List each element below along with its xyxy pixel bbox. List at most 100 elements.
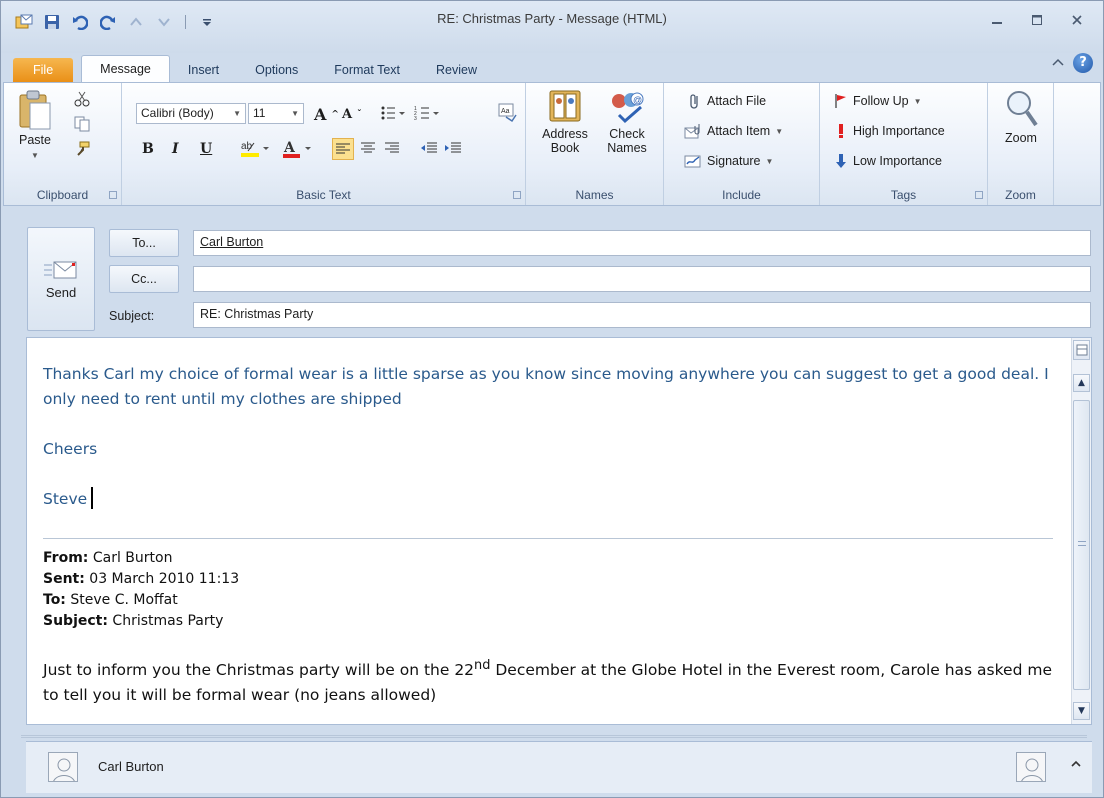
numbering-button[interactable]: 123 xyxy=(414,105,440,121)
tab-message[interactable]: Message xyxy=(81,55,170,83)
tab-format-text[interactable]: Format Text xyxy=(316,58,418,83)
expand-people-pane-icon[interactable] xyxy=(1070,758,1082,773)
attach-item-button[interactable]: Attach Item ▼ xyxy=(684,123,783,139)
scroll-up-button[interactable]: ▲ xyxy=(1073,374,1090,392)
contact-avatar-icon[interactable] xyxy=(48,752,78,782)
low-importance-arrow-icon xyxy=(836,154,846,168)
quoted-body-text: Just to inform you the Christmas party w… xyxy=(43,658,1052,705)
font-size-dropdown-icon: ▼ xyxy=(291,109,299,118)
to-field[interactable]: Carl Burton xyxy=(193,230,1091,256)
align-center-button[interactable] xyxy=(360,141,376,155)
follow-up-dropdown-icon: ▼ xyxy=(913,96,922,106)
svg-text:@: @ xyxy=(633,95,642,105)
align-left-icon xyxy=(336,143,350,154)
copy-icon xyxy=(74,116,90,132)
flag-icon xyxy=(835,94,846,108)
cut-icon xyxy=(74,91,90,107)
minimize-button[interactable] xyxy=(979,9,1015,31)
styles-icon: Aa xyxy=(498,103,517,123)
cut-button[interactable] xyxy=(74,91,90,107)
to-button[interactable]: To... xyxy=(109,229,179,257)
tags-launcher[interactable] xyxy=(975,191,983,199)
subject-field[interactable]: RE: Christmas Party xyxy=(193,302,1091,328)
high-importance-button[interactable]: High Importance xyxy=(834,123,945,139)
decrease-indent-button[interactable] xyxy=(420,141,438,155)
scroll-thumb-grip-icon xyxy=(1078,541,1086,546)
tab-review[interactable]: Review xyxy=(418,58,495,83)
tab-options[interactable]: Options xyxy=(237,58,316,83)
tags-group: Follow Up ▼ High Importance Low Importan… xyxy=(820,83,988,205)
magnifier-icon xyxy=(1007,91,1038,127)
signature-dropdown-icon: ▼ xyxy=(765,156,774,166)
basic-text-group: Calibri (Body) ▼ 11 ▼ A ^ Aˇ 123 Aa B I U… xyxy=(122,83,526,205)
reply-closing: Cheers xyxy=(43,440,98,458)
help-icon[interactable]: ? xyxy=(1073,53,1093,73)
zoom-group-label: Zoom xyxy=(1005,188,1036,202)
increase-indent-button[interactable] xyxy=(444,141,462,155)
grow-font-button[interactable]: A ^ xyxy=(314,105,339,124)
scroll-thumb[interactable] xyxy=(1073,400,1090,690)
people-pane-splitter[interactable] xyxy=(21,735,1087,738)
italic-button[interactable]: I xyxy=(172,141,179,157)
attach-file-button[interactable]: Attach File xyxy=(688,93,766,109)
tab-file[interactable]: File xyxy=(13,58,74,83)
shrink-font-button[interactable]: Aˇ xyxy=(342,107,362,122)
text-caret xyxy=(91,487,94,509)
numbering-icon: 123 xyxy=(414,106,439,121)
font-size-select[interactable]: 11 ▼ xyxy=(248,103,304,124)
to-recipient[interactable]: Carl Burton xyxy=(200,235,263,249)
reply-paragraph: Thanks Carl my choice of formal wear is … xyxy=(43,365,1049,408)
bullets-button[interactable] xyxy=(380,105,406,121)
message-body[interactable]: Thanks Carl my choice of formal wear is … xyxy=(26,337,1092,725)
minimize-ribbon-icon[interactable] xyxy=(1051,55,1065,72)
send-button[interactable]: Send xyxy=(27,227,95,331)
align-left-button[interactable] xyxy=(332,138,354,160)
svg-text:Aa: Aa xyxy=(501,108,510,115)
vertical-scrollbar[interactable]: ▲ ▼ xyxy=(1071,338,1091,724)
message-header: Send To... Cc... Subject: Carl Burton RE… xyxy=(23,223,1095,331)
bold-button[interactable]: B xyxy=(142,141,154,157)
message-window: RE: Christmas Party - Message (HTML) Fil… xyxy=(0,0,1104,798)
title-bar: RE: Christmas Party - Message (HTML) xyxy=(1,1,1103,53)
quoted-subject-line: Subject: Christmas Party xyxy=(43,613,224,629)
highlight-button[interactable]: ab xyxy=(240,139,270,159)
address-book-icon xyxy=(549,90,581,122)
styles-button[interactable]: Aa xyxy=(498,103,518,123)
zoom-button[interactable]: Zoom xyxy=(998,89,1044,145)
split-view-icon[interactable] xyxy=(1073,340,1090,360)
cc-button[interactable]: Cc... xyxy=(109,265,179,293)
copy-button[interactable] xyxy=(74,116,90,132)
clipboard-launcher[interactable] xyxy=(109,191,117,199)
clipboard-group: Paste ▼ Clipboard xyxy=(4,83,122,205)
attach-item-icon xyxy=(684,124,700,139)
paste-dropdown-arrow[interactable]: ▼ xyxy=(31,149,39,163)
maximize-button[interactable] xyxy=(1019,9,1055,31)
underline-button[interactable]: U xyxy=(200,141,212,157)
people-pane-avatar-icon[interactable] xyxy=(1016,752,1046,782)
low-importance-button[interactable]: Low Importance xyxy=(834,153,942,169)
signature-button[interactable]: Signature ▼ xyxy=(684,153,773,169)
font-name-select[interactable]: Calibri (Body) ▼ xyxy=(136,103,246,124)
reply-signature: Steve xyxy=(43,490,88,508)
close-button[interactable] xyxy=(1059,9,1095,31)
window-title: RE: Christmas Party - Message (HTML) xyxy=(437,11,667,26)
contact-name[interactable]: Carl Burton xyxy=(98,759,164,774)
tags-group-label: Tags xyxy=(890,188,917,202)
ribbon-tabs: File Message Insert Options Format Text … xyxy=(13,55,495,83)
align-right-button[interactable] xyxy=(384,141,400,155)
address-book-button[interactable]: Address Book xyxy=(536,89,594,155)
font-color-button[interactable]: A xyxy=(282,139,312,159)
names-group-label: Names xyxy=(575,188,614,202)
basic-text-group-label: Basic Text xyxy=(296,188,351,202)
cc-field[interactable] xyxy=(193,266,1091,292)
follow-up-button[interactable]: Follow Up ▼ xyxy=(834,93,922,109)
basic-text-launcher[interactable] xyxy=(513,191,521,199)
increase-indent-icon xyxy=(445,142,461,153)
format-painter-button[interactable] xyxy=(74,141,90,157)
check-names-button[interactable]: @ Check Names xyxy=(598,89,656,155)
quoted-to-line: To: Steve C. Moffat xyxy=(43,592,178,608)
scroll-down-button[interactable]: ▼ xyxy=(1073,702,1090,720)
paste-button[interactable]: Paste ▼ xyxy=(10,89,60,163)
svg-text:A: A xyxy=(283,140,296,156)
tab-insert[interactable]: Insert xyxy=(170,58,237,83)
